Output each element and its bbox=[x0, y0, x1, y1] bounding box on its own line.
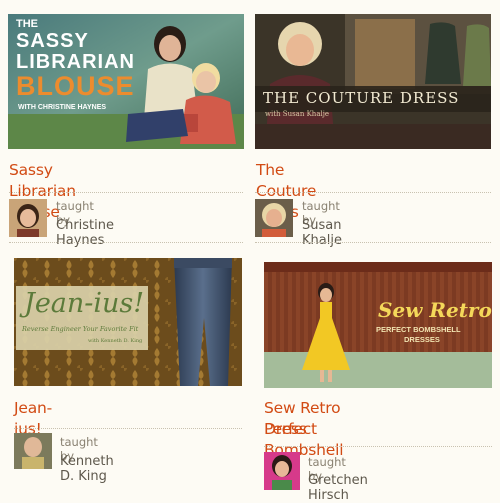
course-title-link-line2[interactable]: Dress bbox=[264, 419, 307, 440]
divider bbox=[9, 192, 243, 193]
thumbnail-text-sew-retro: Sew Retro bbox=[378, 298, 492, 322]
course-thumbnail[interactable]: Sew Retro PERFECT BOMBSHELL DRESSES bbox=[264, 262, 492, 388]
thumbnail-text-jeanius: Jean-ius! bbox=[24, 288, 145, 319]
thumbnail-text-with: with Kenneth D. King bbox=[88, 338, 143, 344]
instructor-name-link[interactable]: Kenneth D. King bbox=[60, 454, 114, 484]
instructor-avatar[interactable] bbox=[255, 199, 293, 237]
thumbnail-text-sassy: SASSY bbox=[16, 30, 89, 52]
instructor-name-link[interactable]: Christine Haynes bbox=[56, 218, 114, 248]
divider bbox=[9, 242, 243, 243]
course-thumbnail[interactable]: THE COUTURE DRESS with Susan Khalje bbox=[255, 14, 491, 149]
course-thumbnail[interactable]: Jean-ius! Reverse Engineer Your Favorite… bbox=[14, 258, 242, 386]
instructor-name-link[interactable]: Gretchen Hirsch bbox=[308, 473, 368, 503]
instructor-avatar[interactable] bbox=[264, 452, 300, 490]
divider bbox=[264, 446, 492, 447]
instructor-avatar[interactable] bbox=[14, 433, 52, 469]
thumbnail-text-blouse: BLOUSE bbox=[16, 71, 135, 101]
divider bbox=[14, 428, 242, 429]
thumbnail-text-with: with Susan Khalje bbox=[265, 110, 330, 118]
instructor-name-link[interactable]: Susan Khalje bbox=[302, 218, 342, 248]
thumbnail-text-with: WITH CHRISTINE HAYNES bbox=[18, 104, 107, 111]
thumbnail-image bbox=[14, 258, 242, 386]
thumbnail-text-the: THE bbox=[16, 18, 38, 30]
thumbnail-text-title: THE COUTURE DRESS bbox=[263, 89, 460, 107]
course-thumbnail[interactable]: THE SASSY LIBRARIAN BLOUSE WITH CHRISTIN… bbox=[8, 14, 244, 149]
divider bbox=[255, 242, 491, 243]
instructor-avatar[interactable] bbox=[9, 199, 47, 237]
thumbnail-text-subtitle: Reverse Engineer Your Favorite Fit bbox=[22, 325, 139, 333]
thumbnail-text-dresses: DRESSES bbox=[404, 335, 440, 344]
thumbnail-image bbox=[255, 14, 491, 149]
thumbnail-text-perfect: PERFECT BOMBSHELL bbox=[376, 325, 461, 334]
divider bbox=[255, 192, 491, 193]
